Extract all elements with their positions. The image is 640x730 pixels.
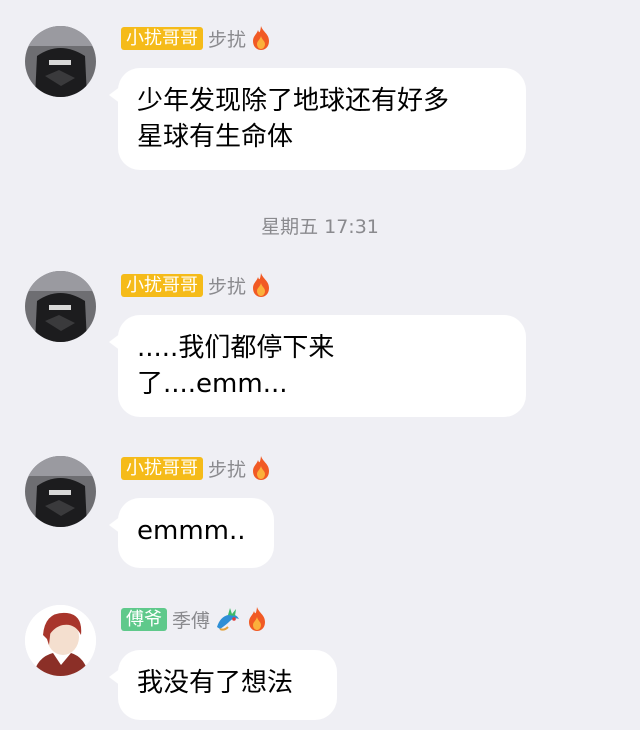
avatar-1[interactable]: [25, 26, 96, 97]
message-bubble[interactable]: emmm..: [109, 498, 274, 568]
message-text-line: .....我们都停下来: [137, 333, 335, 363]
user-title-badge: 小扰哥哥: [121, 273, 203, 297]
sender-nickname: 步扰: [208, 275, 247, 298]
avatar-2[interactable]: [25, 271, 96, 342]
message-bubble[interactable]: 少年发现除了地球还有好多 星球有生命体: [109, 68, 526, 170]
avatar-4[interactable]: [25, 605, 96, 676]
fire-icon: [250, 455, 272, 481]
message-text-line: emmm..: [137, 516, 246, 546]
avatar-3[interactable]: [25, 456, 96, 527]
sender-nickname: 步扰: [208, 458, 247, 481]
sender-nickname: 季傅: [172, 609, 211, 632]
dragon-icon: [214, 605, 242, 633]
fire-icon: [246, 606, 268, 632]
fire-icon: [250, 272, 272, 298]
message-text-line: 星球有生命体: [137, 122, 294, 152]
user-title-badge: 傅爷: [121, 607, 167, 631]
sender-nickname: 步扰: [208, 28, 247, 51]
user-title-badge: 小扰哥哥: [121, 26, 203, 50]
message-bubble[interactable]: 我没有了想法: [109, 650, 337, 720]
message-text-line: 少年发现除了地球还有好多: [137, 86, 450, 116]
fire-icon: [250, 25, 272, 51]
user-title-badge: 小扰哥哥: [121, 456, 203, 480]
chat-timestamp: 星期五 17:31: [261, 216, 379, 238]
message-bubble[interactable]: .....我们都停下来 了....emm...: [109, 315, 526, 417]
message-text-line: 我没有了想法: [137, 668, 294, 698]
message-text-line: 了....emm...: [137, 369, 288, 399]
